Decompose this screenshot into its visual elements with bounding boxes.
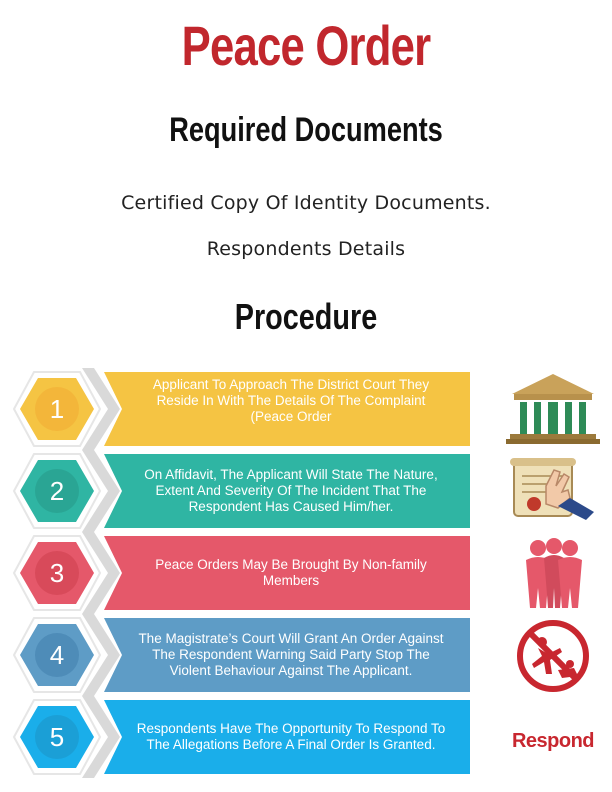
step-number: 5: [50, 722, 64, 752]
hexagon-badge: 3: [12, 535, 102, 611]
procedure-step-2: On Affidavit, The Applicant Will State T…: [0, 450, 612, 534]
step-text: Peace Orders May Be Brought By Non-famil…: [155, 557, 427, 588]
step-number: 1: [50, 394, 64, 424]
hexagon-badge: 4: [12, 617, 102, 693]
procedure-step-1: Applicant To Approach The District Court…: [0, 368, 612, 452]
step-band: Applicant To Approach The District Court…: [104, 372, 470, 446]
people-group-icon: [526, 538, 582, 608]
step-number: 2: [50, 476, 64, 506]
document-item-identity: Certified Copy Of Identity Documents.: [121, 192, 491, 214]
procedure-step-5: Respondents Have The Opportunity To Resp…: [0, 696, 612, 780]
hexagon-badge: 2: [12, 453, 102, 529]
step-number: 4: [50, 640, 64, 670]
hexagon-badge: 5: [12, 699, 102, 775]
courthouse-icon: [506, 374, 600, 444]
step-band: Respondents Have The Opportunity To Resp…: [104, 700, 470, 774]
step-band: Peace Orders May Be Brought By Non-famil…: [104, 536, 470, 610]
step-number: 3: [50, 558, 64, 588]
procedure-step-4: The Magistrate’s Court Will Grant An Ord…: [0, 614, 612, 698]
hexagon-badge: 1: [12, 371, 102, 447]
procedure-step-3: Peace Orders May Be Brought By Non-famil…: [0, 532, 612, 616]
page-title: Peace Order: [181, 14, 432, 77]
procedure-heading: Procedure: [234, 296, 378, 337]
step-text: The Magistrate’s Court Will Grant An Ord…: [138, 631, 444, 678]
step-band: The Magistrate’s Court Will Grant An Ord…: [104, 618, 470, 692]
no-violence-icon: [517, 620, 589, 692]
step-text: On Affidavit, The Applicant Will State T…: [144, 467, 438, 514]
step-text: Applicant To Approach The District Court…: [152, 377, 430, 424]
document-item-respondents: Respondents Details: [206, 238, 406, 260]
step-text: Respondents Have The Opportunity To Resp…: [136, 721, 446, 752]
affidavit-oath-icon: [510, 458, 594, 520]
step-band: On Affidavit, The Applicant Will State T…: [104, 454, 470, 528]
respond-text-icon: Respond: [511, 730, 595, 752]
required-documents-heading: Required Documents: [169, 111, 443, 149]
